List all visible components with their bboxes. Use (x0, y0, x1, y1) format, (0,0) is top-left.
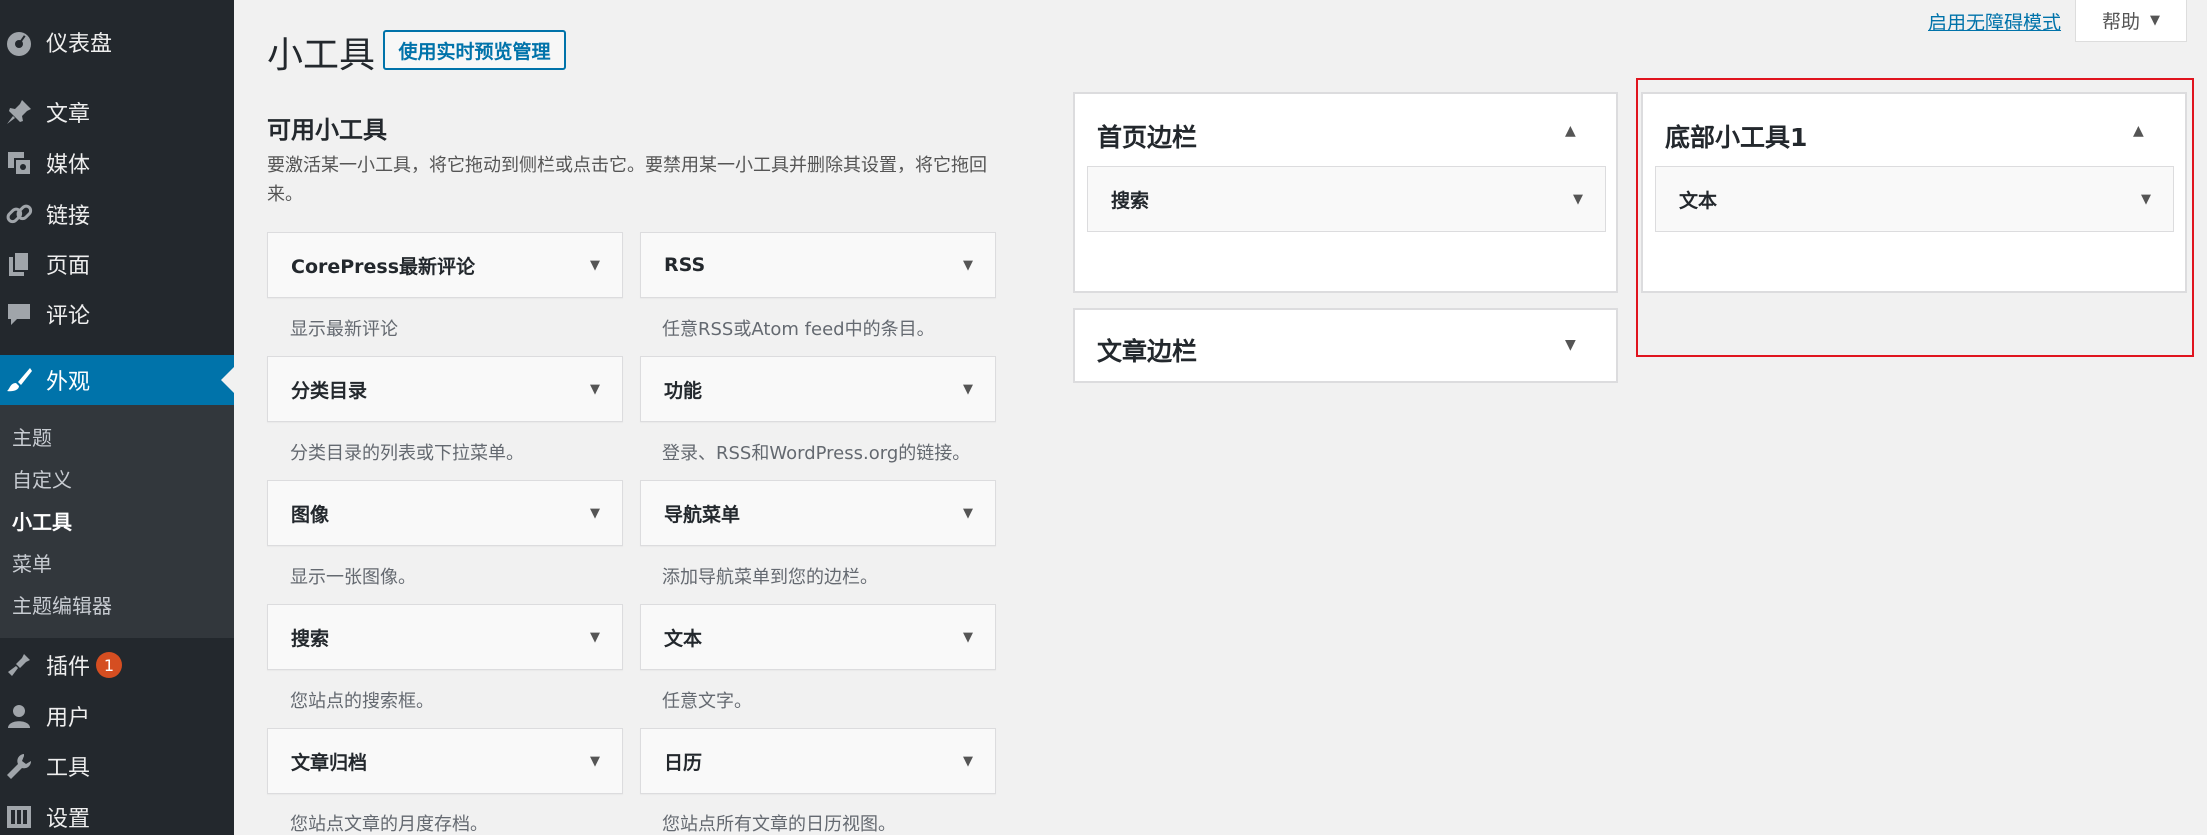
expand-arrow-icon[interactable]: ▼ (590, 506, 600, 521)
widget-description: 任意文字。 (662, 691, 752, 712)
page-icon (0, 239, 40, 289)
widget-description: 添加导航菜单到您的边栏。 (662, 567, 878, 588)
help-label: 帮助 (2101, 11, 2140, 33)
menu-item-plugins[interactable]: 插件 1 (0, 640, 234, 690)
menu-item-comments[interactable]: 评论 (0, 289, 234, 339)
widget-description: 分类目录的列表或下拉菜单。 (290, 443, 524, 464)
area-widget-search[interactable]: 搜索 ▼ (1087, 166, 1606, 232)
widget-image[interactable]: 图像 ▼ (267, 480, 623, 546)
help-button[interactable]: 帮助 ▼ (2075, 0, 2187, 42)
expand-arrow-icon[interactable]: ▼ (1573, 192, 1583, 207)
widget-description: 您站点文章的月度存档。 (290, 814, 488, 835)
widget-description: 您站点的搜索框。 (290, 691, 434, 712)
sidebar-area-footer[interactable]: 底部小工具1 ▲ 文本 ▼ (1641, 92, 2187, 293)
dashboard-icon (0, 17, 40, 67)
menu-item-posts[interactable]: 文章 (0, 87, 234, 137)
expand-arrow-icon[interactable]: ▼ (590, 630, 600, 645)
menu-item-settings[interactable]: 设置 (0, 792, 234, 835)
widget-description: 显示最新评论 (290, 319, 398, 340)
widget-title: CorePress最新评论 (291, 255, 476, 278)
available-widgets-description: 要激活某一小工具，将它拖动到侧栏或点击它。要禁用某一小工具并删除其设置，将它拖回… (267, 155, 987, 205)
expand-arrow-icon[interactable]: ▼ (1565, 337, 1576, 353)
widget-title: 功能 (664, 379, 703, 402)
widget-title: 导航菜单 (664, 503, 741, 526)
widget-description: 显示一张图像。 (290, 567, 416, 588)
menu-item-users[interactable]: 用户 (0, 691, 234, 741)
live-preview-button[interactable]: 使用实时预览管理 (383, 30, 566, 70)
widget-title: 搜索 (1111, 189, 1150, 212)
expand-arrow-icon[interactable]: ▼ (963, 382, 973, 397)
submenu-item-menus[interactable]: 菜单 (12, 548, 52, 577)
widget-meta[interactable]: 功能 ▼ (640, 356, 996, 422)
admin-sidebar: 仪表盘 文章 媒体 链接 页面 评论 外观 主题 自定义 小工具 菜单 主题编辑… (0, 0, 234, 835)
media-icon (0, 138, 40, 188)
caret-down-icon: ▼ (2150, 13, 2160, 28)
widget-description: 任意RSS或Atom feed中的条目。 (662, 319, 935, 340)
expand-arrow-icon[interactable]: ▼ (963, 754, 973, 769)
area-title: 底部小工具1 (1665, 123, 1808, 152)
sidebar-area-post[interactable]: 文章边栏 ▼ (1073, 308, 1618, 383)
collapse-arrow-icon[interactable]: ▲ (2133, 123, 2144, 139)
expand-arrow-icon[interactable]: ▼ (590, 754, 600, 769)
widget-search[interactable]: 搜索 ▼ (267, 604, 623, 670)
user-icon (0, 691, 40, 741)
widget-calendar[interactable]: 日历 ▼ (640, 728, 996, 794)
area-widget-text[interactable]: 文本 ▼ (1655, 166, 2174, 232)
area-title: 文章边栏 (1097, 337, 1198, 366)
widget-description: 您站点所有文章的日历视图。 (662, 814, 896, 835)
submenu-item-widgets[interactable]: 小工具 (12, 506, 72, 535)
accessibility-mode-link[interactable]: 启用无障碍模式 (1928, 8, 2061, 35)
expand-arrow-icon[interactable]: ▼ (590, 258, 600, 273)
widget-description: 登录、RSS和WordPress.org的链接。 (662, 443, 971, 464)
submenu-item-themes[interactable]: 主题 (12, 422, 52, 451)
area-title: 首页边栏 (1097, 123, 1198, 152)
appearance-submenu: 主题 自定义 小工具 菜单 主题编辑器 (0, 405, 234, 638)
expand-arrow-icon[interactable]: ▼ (590, 382, 600, 397)
expand-arrow-icon[interactable]: ▼ (963, 506, 973, 521)
wrench-icon (0, 741, 40, 791)
widget-archives[interactable]: 文章归档 ▼ (267, 728, 623, 794)
menu-item-appearance[interactable]: 外观 (0, 355, 234, 405)
pin-icon (0, 87, 40, 137)
widget-title: 文本 (1679, 189, 1718, 212)
brush-icon (0, 355, 40, 405)
collapse-arrow-icon[interactable]: ▲ (1565, 123, 1576, 139)
widget-title: 文章归档 (291, 751, 368, 774)
link-icon (0, 189, 40, 239)
available-widgets-title: 可用小工具 (267, 116, 387, 144)
widget-categories[interactable]: 分类目录 ▼ (267, 356, 623, 422)
comment-icon (0, 289, 40, 339)
widget-text[interactable]: 文本 ▼ (640, 604, 996, 670)
menu-item-links[interactable]: 链接 (0, 189, 234, 239)
widget-corepress-comments[interactable]: CorePress最新评论 ▼ (267, 232, 623, 298)
widget-nav-menu[interactable]: 导航菜单 ▼ (640, 480, 996, 546)
expand-arrow-icon[interactable]: ▼ (963, 258, 973, 273)
page-title: 小工具 (267, 35, 376, 76)
menu-item-tools[interactable]: 工具 (0, 741, 234, 791)
widget-rss[interactable]: RSS ▼ (640, 232, 996, 298)
widget-title: 文本 (664, 627, 703, 650)
sidebar-area-home[interactable]: 首页边栏 ▲ 搜索 ▼ (1073, 92, 1618, 293)
widget-title: RSS (664, 254, 706, 276)
menu-item-dashboard[interactable]: 仪表盘 (0, 17, 234, 67)
plugin-icon (0, 640, 40, 690)
submenu-item-customize[interactable]: 自定义 (12, 464, 72, 493)
menu-item-pages[interactable]: 页面 (0, 239, 234, 289)
expand-arrow-icon[interactable]: ▼ (2141, 192, 2151, 207)
expand-arrow-icon[interactable]: ▼ (963, 630, 973, 645)
plugin-update-badge: 1 (96, 652, 123, 678)
settings-icon (0, 792, 40, 835)
widget-title: 搜索 (291, 627, 330, 650)
submenu-item-theme-editor[interactable]: 主题编辑器 (12, 590, 112, 619)
widget-title: 图像 (291, 503, 330, 526)
widget-title: 分类目录 (291, 379, 368, 402)
widget-title: 日历 (664, 751, 703, 774)
menu-item-media[interactable]: 媒体 (0, 138, 234, 188)
